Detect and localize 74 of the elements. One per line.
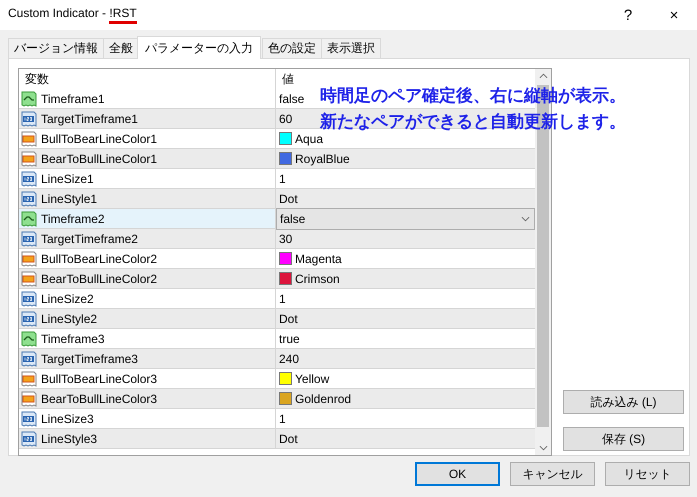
- color-icon: [21, 130, 37, 146]
- table-cell: 30: [279, 232, 292, 246]
- scroll-up-icon[interactable]: [538, 73, 548, 79]
- table-cell[interactable]: TargetTimeframe3: [19, 349, 276, 368]
- table-cell: Yellow: [295, 372, 330, 386]
- table-cell[interactable]: Timeframe2: [19, 209, 276, 228]
- color-icon: [21, 250, 37, 266]
- number-icon: [21, 230, 37, 246]
- tab[interactable]: バージョン情報: [8, 38, 104, 58]
- table-cell: 1: [279, 412, 286, 426]
- table-cell: Aqua: [295, 132, 324, 146]
- table-cell: false: [279, 92, 304, 106]
- table-cell[interactable]: TargetTimeframe2: [19, 229, 276, 248]
- toggle-icon: [21, 210, 37, 226]
- table-cell[interactable]: TargetTimeframe1: [19, 109, 276, 128]
- table-cell[interactable]: LineSize3: [19, 409, 276, 428]
- table-cell: 1: [279, 292, 286, 306]
- color-icon: [21, 270, 37, 286]
- table-cell: true: [279, 332, 300, 346]
- dropdown-field[interactable]: false: [276, 208, 535, 230]
- number-icon: [21, 110, 37, 126]
- window-title: Custom Indicator -: [8, 6, 108, 22]
- number-icon: [21, 190, 37, 206]
- table-cell[interactable]: BearToBullLineColor3: [19, 389, 276, 408]
- table-cell[interactable]: LineStyle1: [19, 189, 276, 208]
- table-cell[interactable]: LineSize2: [19, 289, 276, 308]
- number-icon: [21, 350, 37, 366]
- number-icon: [21, 290, 37, 306]
- table-cell[interactable]: LineStyle2: [19, 309, 276, 328]
- number-icon: [21, 170, 37, 186]
- table-cell[interactable]: BullToBearLineColor1: [19, 129, 276, 148]
- table-cell[interactable]: Timeframe1: [19, 89, 276, 108]
- toggle-icon: [21, 330, 37, 346]
- table-cell: Dot: [279, 192, 298, 206]
- table-cell[interactable]: LineStyle3: [19, 429, 276, 448]
- table-cell[interactable]: LineSize1: [19, 169, 276, 188]
- number-icon: [21, 430, 37, 446]
- dialog-button[interactable]: キャンセル: [510, 462, 595, 486]
- help-button[interactable]: ?: [605, 0, 651, 30]
- color-icon: [21, 150, 37, 166]
- tab[interactable]: 表示選択: [321, 38, 381, 58]
- tab[interactable]: 色の設定: [262, 38, 322, 58]
- dialog-button[interactable]: OK: [415, 462, 500, 486]
- annotation-text: 新たなペアができると自動更新します。: [320, 111, 626, 133]
- side-button[interactable]: 保存 (S): [563, 427, 684, 451]
- table-cell: 1: [279, 172, 286, 186]
- number-icon: [21, 410, 37, 426]
- table-cell: 60: [279, 112, 292, 126]
- scroll-down-icon[interactable]: [538, 445, 548, 451]
- number-icon: [21, 310, 37, 326]
- table-cell[interactable]: BullToBearLineColor3: [19, 369, 276, 388]
- table-cell: Dot: [279, 432, 298, 446]
- table-cell: Magenta: [295, 252, 342, 266]
- tab[interactable]: パラメーターの入力: [137, 36, 261, 59]
- annotation-text: 時間足のペア確定後、右に縦軸が表示。: [320, 85, 626, 107]
- side-button[interactable]: 読み込み (L): [563, 390, 684, 414]
- table-cell: Crimson: [295, 272, 340, 286]
- table-cell: 240: [279, 352, 300, 366]
- column-header[interactable]: 値: [282, 70, 294, 88]
- color-icon: [21, 370, 37, 386]
- table-cell: RoyalBlue: [295, 152, 350, 166]
- chevron-down-icon[interactable]: [521, 216, 530, 222]
- table-cell[interactable]: Timeframe3: [19, 329, 276, 348]
- table-cell[interactable]: BearToBullLineColor2: [19, 269, 276, 288]
- table-cell[interactable]: BullToBearLineColor2: [19, 249, 276, 268]
- table-cell[interactable]: BearToBullLineColor1: [19, 149, 276, 168]
- underlined-title-text: !RST: [109, 6, 137, 24]
- toggle-icon: [21, 90, 37, 106]
- table-cell: Goldenrod: [295, 392, 352, 406]
- close-button[interactable]: ×: [651, 0, 697, 30]
- column-header[interactable]: 変数: [19, 69, 276, 89]
- dialog-button[interactable]: リセット: [605, 462, 690, 486]
- color-icon: [21, 390, 37, 406]
- table-cell: Dot: [279, 312, 298, 326]
